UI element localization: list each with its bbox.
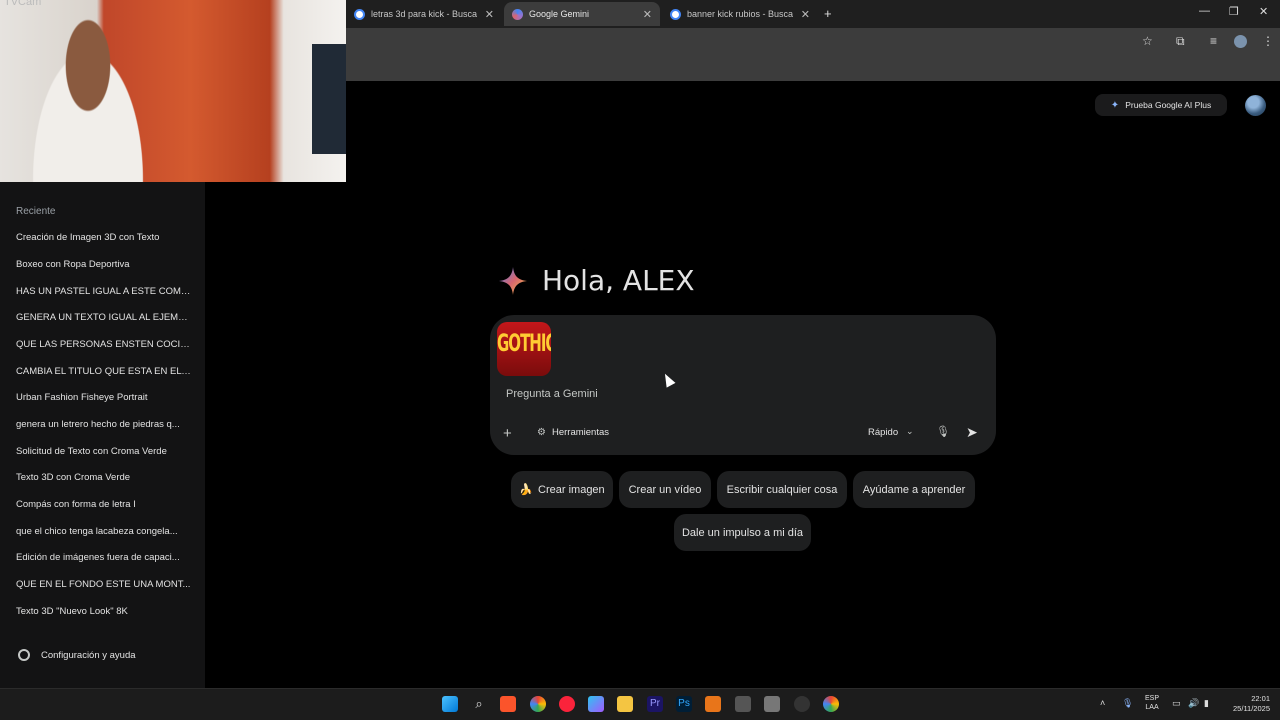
volume-icon[interactable]: 🔊 — [1188, 698, 1199, 709]
recent-chat-item[interactable]: Compás con forma de letra I — [16, 499, 191, 510]
sparkle-icon: ✦ — [1110, 99, 1120, 111]
recent-chat-item[interactable]: Solicitud de Texto con Croma Verde — [16, 446, 191, 457]
tab-google-gemini[interactable]: Google Gemini ✕ — [504, 2, 660, 26]
tab-banner-kick[interactable]: banner kick rubios - Buscar con ✕ — [662, 2, 818, 26]
fl-studio-icon[interactable] — [705, 696, 721, 712]
recent-chat-item[interactable]: HAS UN PASTEL IGUAL A ESTE COMP... — [16, 286, 191, 297]
tab-letras-3d[interactable]: letras 3d para kick - Buscar con ✕ — [346, 2, 502, 26]
bookmark-star-icon[interactable]: ☆ — [1142, 34, 1153, 48]
google-favicon-icon — [354, 8, 365, 20]
recent-chat-item[interactable]: Edición de imágenes fuera de capaci... — [16, 552, 191, 563]
google-favicon-icon — [670, 8, 681, 20]
minimize-button[interactable]: — — [1199, 5, 1210, 17]
battery-icon[interactable]: ▮ — [1204, 698, 1209, 709]
google-ai-plus-button[interactable]: ✦ Prueba Google AI Plus — [1095, 94, 1227, 116]
brave-icon[interactable] — [500, 696, 516, 712]
gemini-favicon-icon — [512, 8, 523, 20]
ai-plus-label: Prueba Google AI Plus — [1125, 100, 1212, 110]
chip-crear-imagen[interactable]: 🍌 Crear imagen — [511, 471, 613, 508]
recent-chat-item[interactable]: Creación de Imagen 3D con Texto — [16, 232, 191, 243]
webcam-monitor — [312, 44, 346, 154]
taskbar — [0, 688, 1280, 720]
webcam-person — [18, 18, 158, 182]
chevron-up-icon[interactable]: ˄ — [1100, 698, 1105, 708]
chrome-profile-icon[interactable] — [823, 696, 839, 712]
close-icon[interactable]: ✕ — [643, 8, 652, 21]
tools-icon: ⚙ — [537, 427, 546, 438]
close-icon[interactable]: ✕ — [485, 8, 494, 21]
chip-escribir[interactable]: Escribir cualquier cosa — [717, 471, 847, 508]
chip-label: Crear un vídeo — [628, 483, 702, 496]
premiere-icon[interactable]: Pr — [647, 696, 663, 712]
app-icon[interactable] — [794, 696, 810, 712]
recent-chat-item[interactable]: QUE LAS PERSONAS ENSTEN COCIN... — [16, 339, 191, 350]
tools-button[interactable]: ⚙ Herramientas — [537, 427, 609, 438]
greeting-title: Hola, ALEX — [542, 264, 695, 297]
chip-aprender[interactable]: Ayúdame a aprender — [853, 471, 975, 508]
media-control-icon[interactable]: ≡ — [1210, 34, 1217, 48]
model-selector[interactable]: Rápido — [868, 427, 898, 438]
gear-icon — [18, 649, 30, 661]
webcam-overlay — [0, 0, 346, 182]
recent-chat-item[interactable]: que el chico tenga lacabeza congela... — [16, 526, 191, 537]
attachment-text: GOTHIC — [497, 328, 551, 358]
recent-chat-item[interactable]: QUE EN EL FONDO ESTE UNA MONT... — [16, 579, 191, 590]
close-window-button[interactable]: ✕ — [1259, 5, 1268, 18]
app-icon[interactable] — [764, 696, 780, 712]
lang-top: ESP — [1145, 695, 1160, 702]
settings-and-help-button[interactable]: Configuración y ayuda — [18, 649, 136, 661]
prompt-input[interactable]: Pregunta a Gemini — [506, 388, 598, 400]
time: 22:01 — [1251, 694, 1270, 703]
lang-bottom: LAA — [1145, 704, 1159, 711]
date: 25/11/2025 — [1233, 704, 1270, 713]
network-icon[interactable]: ▭ — [1172, 698, 1181, 709]
new-tab-button[interactable]: + — [824, 6, 832, 21]
tab-title: letras 3d para kick - Buscar con — [371, 9, 477, 19]
chip-crear-video[interactable]: Crear un vídeo — [619, 471, 711, 508]
recent-chat-item[interactable]: Texto 3D "Nuevo Look" 8K — [16, 606, 191, 617]
chevron-down-icon[interactable]: ⌄ — [906, 426, 914, 437]
app-icon[interactable] — [735, 696, 751, 712]
windows-start-icon[interactable] — [442, 696, 458, 712]
music-icon[interactable] — [559, 696, 575, 712]
recent-chat-item[interactable]: GENERA UN TEXTO IGUAL AL EJEMP... — [16, 312, 191, 323]
copilot-icon[interactable] — [588, 696, 604, 712]
gemini-star-icon — [499, 267, 527, 295]
recent-heading: Reciente — [16, 206, 56, 217]
account-avatar[interactable] — [1245, 95, 1266, 116]
extensions-icon[interactable]: ⧉ — [1176, 34, 1185, 49]
photoshop-icon[interactable]: Ps — [676, 696, 692, 712]
banana-icon: 🍌 — [519, 484, 534, 496]
tab-title: Google Gemini — [529, 9, 590, 19]
chrome-icon[interactable] — [530, 696, 546, 712]
file-explorer-icon[interactable] — [617, 696, 633, 712]
recent-chat-item[interactable]: genera un letrero hecho de piedras q... — [16, 419, 191, 430]
settings-label: Configuración y ayuda — [41, 649, 136, 661]
recent-chat-item[interactable]: Texto 3D con Croma Verde — [16, 472, 191, 483]
clock[interactable]: 22:01 25/11/2025 — [1222, 694, 1270, 714]
menu-dots-icon[interactable]: ⋮ — [1262, 34, 1274, 48]
chip-label: Crear imagen — [538, 483, 605, 496]
send-icon[interactable]: ➤ — [966, 424, 978, 441]
recent-chat-item[interactable]: Boxeo con Ropa Deportiva — [16, 259, 191, 270]
tab-title: banner kick rubios - Buscar con — [687, 9, 793, 19]
microphone-icon[interactable]: 🎙 — [1122, 698, 1133, 709]
attached-image-thumbnail[interactable]: GOTHIC — [497, 322, 551, 376]
microphone-icon[interactable]: 🎙 — [936, 425, 950, 438]
restore-button[interactable]: ❐ — [1229, 5, 1239, 18]
chip-label: Dale un impulso a mi día — [681, 526, 804, 539]
profile-avatar-icon[interactable] — [1234, 35, 1247, 48]
input-language[interactable]: ESP LAA — [1145, 694, 1159, 712]
webcam-label: TVCam — [4, 0, 42, 8]
chip-label: Ayúdame a aprender — [862, 483, 966, 496]
close-icon[interactable]: ✕ — [801, 8, 810, 21]
chip-label: Escribir cualquier cosa — [726, 483, 838, 496]
recent-chat-item[interactable]: CAMBIA EL TITULO QUE ESTA EN EL ... — [16, 366, 191, 377]
chip-impulso[interactable]: Dale un impulso a mi día — [674, 514, 811, 551]
search-icon[interactable]: ⌕ — [471, 696, 487, 712]
recent-chat-item[interactable]: Urban Fashion Fisheye Portrait — [16, 392, 191, 403]
tools-label: Herramientas — [551, 427, 609, 438]
add-attachment-button[interactable]: + — [503, 425, 512, 442]
